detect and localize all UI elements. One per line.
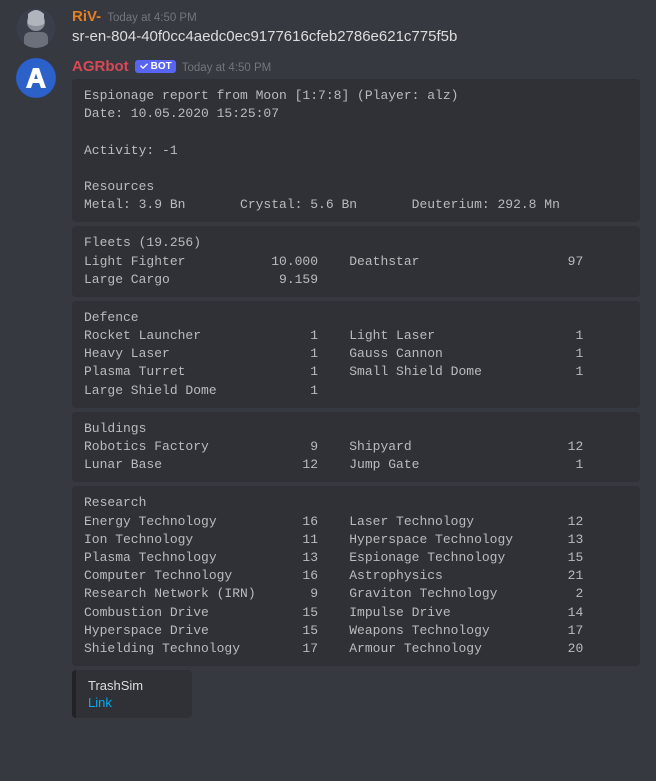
trashsim-link[interactable]: Link [88, 695, 180, 710]
embed-trashsim: TrashSim Link [72, 670, 192, 718]
message-content-riv: sr-en-804-40f0cc4aedc0ec9177616cfeb2786e… [72, 26, 640, 47]
embed-research: Research Energy Technology 16 Laser Tech… [72, 486, 640, 666]
embed-header: Espionage report from Moon [1:7:8] (Play… [72, 79, 640, 222]
username-agrbot[interactable]: AGRbot [72, 58, 129, 75]
avatar-riv[interactable] [16, 8, 56, 48]
bot-tag: BOT [135, 60, 176, 73]
message-agrbot: AGRbot BOT Today at 4:50 PM Espionage re… [0, 50, 656, 720]
embed-buildings: Buldings Robotics Factory 9 Shipyard 12 … [72, 412, 640, 483]
avatar-agrbot[interactable] [16, 58, 56, 98]
timestamp-riv: Today at 4:50 PM [107, 12, 197, 24]
verified-check-icon [139, 61, 149, 71]
embed-defence: Defence Rocket Launcher 1 Light Laser 1 … [72, 301, 640, 408]
username-riv[interactable]: RiV- [72, 8, 101, 25]
message-riv: RiV- Today at 4:50 PM sr-en-804-40f0cc4a… [0, 0, 656, 50]
timestamp-agrbot: Today at 4:50 PM [182, 62, 272, 74]
embed-fleets: Fleets (19.256) Light Fighter 10.000 Dea… [72, 226, 640, 297]
trashsim-title: TrashSim [88, 678, 180, 693]
bot-tag-label: BOT [151, 61, 172, 72]
